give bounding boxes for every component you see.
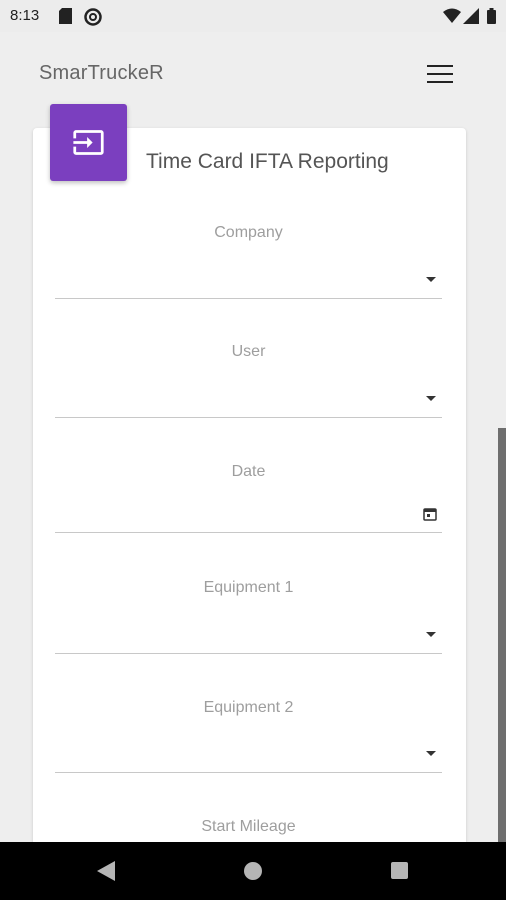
status-bar: 8:13 xyxy=(0,0,506,32)
equipment1-label: Equipment 1 xyxy=(203,579,294,596)
user-label: User xyxy=(231,343,266,360)
equipment2-label: Equipment 2 xyxy=(203,699,294,716)
app-bar: SmarTruckeR xyxy=(0,32,506,108)
date-input[interactable] xyxy=(55,496,442,533)
dropdown-arrow-icon xyxy=(426,277,436,282)
hamburger-menu-icon[interactable] xyxy=(424,60,456,88)
scrollbar[interactable] xyxy=(498,428,506,842)
user-select[interactable] xyxy=(55,381,442,418)
card-header-icon-tile xyxy=(50,104,127,181)
equipment1-select[interactable] xyxy=(55,617,442,654)
signal-icon xyxy=(463,8,479,24)
calendar-icon[interactable] xyxy=(423,507,437,521)
back-icon[interactable] xyxy=(97,861,115,881)
input-icon xyxy=(73,130,104,155)
start-mileage-label: Start Mileage xyxy=(201,818,296,835)
equipment2-select[interactable] xyxy=(55,736,442,773)
dropdown-arrow-icon xyxy=(426,396,436,401)
company-select[interactable] xyxy=(55,262,442,299)
navigation-bar xyxy=(0,842,506,900)
status-time: 8:13 xyxy=(10,7,40,24)
date-label: Date xyxy=(231,463,266,480)
app-title: SmarTruckeR xyxy=(39,62,164,84)
battery-icon xyxy=(487,8,496,24)
sd-card-icon xyxy=(59,8,72,24)
recents-icon[interactable] xyxy=(391,862,408,879)
company-label: Company xyxy=(214,224,283,241)
dropdown-arrow-icon xyxy=(426,751,436,756)
do-not-disturb-icon xyxy=(84,8,102,26)
page-title: Time Card IFTA Reporting xyxy=(146,150,389,173)
wifi-icon xyxy=(443,8,461,23)
home-icon[interactable] xyxy=(244,862,262,880)
dropdown-arrow-icon xyxy=(426,632,436,637)
